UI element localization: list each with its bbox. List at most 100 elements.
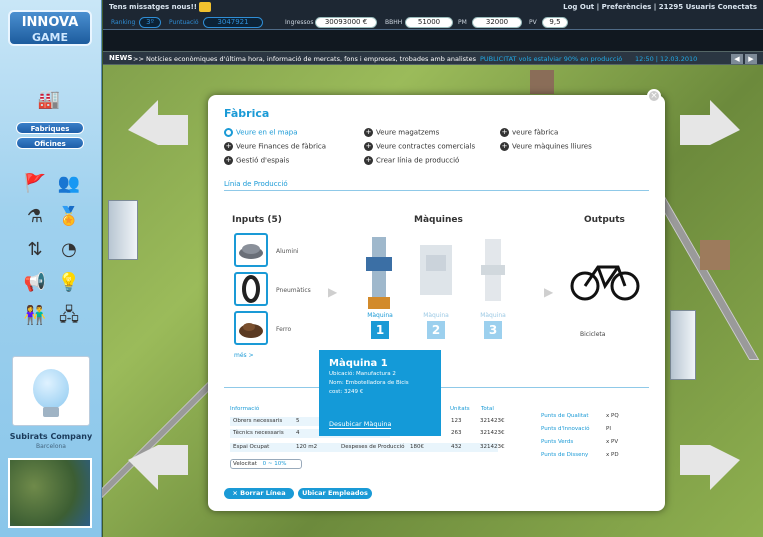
bulb-base bbox=[43, 407, 59, 417]
popup-title: Màquina 1 bbox=[329, 358, 388, 369]
machine-3-icon[interactable] bbox=[473, 235, 513, 313]
total-header: Total bbox=[481, 406, 494, 412]
input-iron[interactable] bbox=[234, 311, 268, 345]
flow-arrow-icon: ▶ bbox=[328, 285, 338, 299]
envelope-icon[interactable] bbox=[199, 2, 211, 12]
link-crear-linia[interactable]: + Crear línia de producció bbox=[364, 156, 459, 165]
unitats-value: 432 bbox=[451, 444, 462, 450]
machine-1-button[interactable]: 1 bbox=[371, 321, 389, 339]
input-name: Alumini bbox=[276, 248, 299, 255]
row-label: Obrers necessaris bbox=[233, 418, 283, 424]
lightbulb-large-icon bbox=[33, 369, 69, 409]
messages-link[interactable]: Tens missatges nous!! (6) bbox=[109, 3, 211, 11]
machine-2-button[interactable]: 2 bbox=[427, 321, 445, 339]
lightbulb-icon[interactable]: 💡 bbox=[56, 271, 82, 295]
points-value: x PV bbox=[606, 439, 619, 445]
logo-line1: INNOVA bbox=[21, 15, 79, 30]
fabriques-dropdown[interactable]: Fabriques bbox=[16, 122, 84, 134]
machine-label: Màquina bbox=[423, 312, 449, 319]
machine-2-icon[interactable] bbox=[416, 235, 456, 313]
company-name: Subirats Company bbox=[9, 432, 93, 441]
row-label: Espai Ocupat bbox=[233, 444, 270, 450]
pv-value: 9,5 bbox=[542, 17, 568, 28]
people-icon[interactable]: 👫 bbox=[22, 304, 48, 328]
machine-3-button[interactable]: 3 bbox=[484, 321, 502, 339]
minimap[interactable] bbox=[8, 458, 92, 528]
machine-1-icon[interactable] bbox=[360, 235, 400, 313]
link-finances[interactable]: + Veure Finances de fàbrica bbox=[224, 142, 326, 151]
points-value: x PD bbox=[606, 452, 619, 458]
factory-icon[interactable]: 🏭 bbox=[36, 88, 62, 112]
row-value: 120 m2 bbox=[296, 444, 318, 450]
desubicar-button[interactable]: Desubicar Màquina bbox=[329, 420, 392, 429]
borrar-linea-button[interactable]: × Borrar Línea bbox=[224, 488, 294, 499]
news-label: NEWS bbox=[109, 54, 133, 62]
ubicar-empleados-button[interactable]: Ubicar Empleados bbox=[298, 488, 372, 499]
link-maquines-lliures[interactable]: + Veure màquines lliures bbox=[500, 142, 592, 151]
link-contractes[interactable]: + Veure contractes comercials bbox=[364, 142, 475, 151]
close-icon[interactable]: × bbox=[647, 89, 661, 103]
points-value: PI bbox=[606, 426, 611, 432]
input-name: Pneumàtics bbox=[276, 287, 311, 294]
unitats-value: 123 bbox=[451, 418, 462, 424]
link-veure-mapa[interactable]: Veure en el mapa bbox=[224, 128, 298, 137]
flag-icon[interactable]: 🚩 bbox=[22, 172, 48, 196]
bbhh-value: 51000 bbox=[405, 17, 453, 28]
iron-ore-icon bbox=[239, 323, 263, 338]
building-house bbox=[700, 240, 730, 270]
link-gestio-espais[interactable]: + Gestió d'espais bbox=[224, 156, 289, 165]
map-arrow-down-left-icon[interactable] bbox=[128, 440, 188, 490]
divider bbox=[224, 190, 649, 191]
map-arrow-up-right-icon[interactable] bbox=[680, 100, 740, 150]
link-label: Veure contractes comercials bbox=[376, 142, 476, 151]
input-tyres[interactable] bbox=[234, 272, 268, 306]
map-arrow-up-left-icon[interactable] bbox=[128, 100, 188, 150]
more-link[interactable]: més > bbox=[234, 352, 254, 359]
news-next-icon[interactable]: ▶ bbox=[745, 54, 757, 64]
machine-label: Màquina bbox=[367, 312, 393, 319]
velocitat-select[interactable]: Velocitat 0 ~ 10% bbox=[230, 459, 302, 469]
news-advert[interactable]: PUBLICITAT vols estalviar 90% en producc… bbox=[480, 55, 622, 63]
network-icon[interactable]: 🖧 bbox=[56, 304, 82, 328]
points-label: Punts de Disseny bbox=[541, 452, 589, 458]
crowd-icon[interactable]: 👥 bbox=[56, 172, 82, 196]
news-ticker[interactable]: >> Notícies econòmiques d'última hora, i… bbox=[133, 55, 476, 63]
link-veure-fabrica[interactable]: + veure fàbrica bbox=[500, 128, 558, 137]
arrows-icon[interactable]: ⇅ bbox=[22, 238, 48, 262]
unitats-value: 263 bbox=[451, 430, 462, 436]
news-datetime: 12:50 | 12.03.2010 bbox=[635, 55, 698, 63]
user-links[interactable]: Log Out | Preferències | 21295 Usuaris C… bbox=[563, 3, 757, 11]
link-label: Gestió d'espais bbox=[236, 156, 290, 165]
idea-panel[interactable] bbox=[12, 356, 90, 426]
logo: INNOVA GAME bbox=[8, 10, 92, 46]
megaphone-icon[interactable]: 📢 bbox=[22, 271, 48, 295]
link-magatzems[interactable]: + Veure magatzems bbox=[364, 128, 439, 137]
news-prev-icon[interactable]: ◀ bbox=[731, 54, 743, 64]
top-bar: Tens missatges nous!! (6) Log Out | Pref… bbox=[103, 0, 763, 30]
points-label: Punts Verds bbox=[541, 439, 574, 445]
info-header: Informació bbox=[230, 406, 260, 412]
row-label: Tècnics necessaris bbox=[233, 430, 284, 436]
pv-label: PV bbox=[529, 19, 537, 26]
plus-icon: + bbox=[224, 156, 233, 165]
bbhh-label: BBHH bbox=[385, 19, 403, 26]
bicycle-icon[interactable] bbox=[570, 253, 640, 303]
input-aluminium[interactable] bbox=[234, 233, 268, 267]
ingressos-label: Ingressos bbox=[285, 19, 314, 26]
velocitat-label: Velocitat bbox=[233, 461, 257, 467]
total-value: 321423€ bbox=[480, 418, 505, 424]
plus-icon: + bbox=[364, 142, 373, 151]
popup-location: Ubicació: Manufactura 2 bbox=[329, 371, 396, 377]
input-name: Ferro bbox=[276, 326, 292, 333]
link-label: Veure magatzems bbox=[376, 128, 440, 137]
company-location: Barcelona bbox=[36, 443, 66, 450]
lab-flask-icon[interactable]: ⚗ bbox=[22, 205, 48, 229]
award-icon[interactable]: 🏅 bbox=[56, 205, 82, 229]
pie-chart-icon[interactable]: ◔ bbox=[56, 238, 82, 262]
puntuacio-label: Puntuació bbox=[169, 19, 199, 26]
outputs-header: Outputs bbox=[584, 215, 625, 225]
oficines-dropdown[interactable]: Oficines bbox=[16, 137, 84, 149]
ranking-value: 3º bbox=[139, 17, 161, 28]
map-arrow-down-right-icon[interactable] bbox=[680, 440, 740, 490]
popup-cost: cost: 3249 € bbox=[329, 389, 364, 395]
